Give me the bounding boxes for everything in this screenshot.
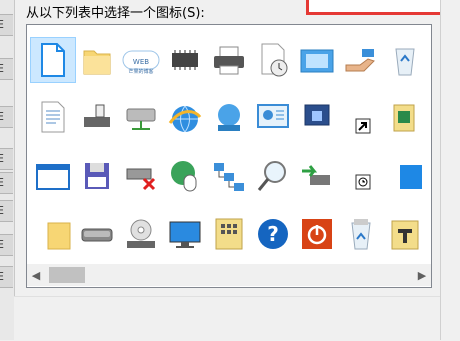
window-icon[interactable]: [294, 37, 340, 83]
computer-monitor-icon[interactable]: [162, 211, 208, 257]
web-logo-icon[interactable]: WEB 芒果的博客: [118, 37, 164, 83]
svg-text:芒果的博客: 芒果的博客: [128, 68, 153, 75]
chip-icon[interactable]: [162, 37, 208, 83]
mouse-globe-icon[interactable]: [162, 153, 208, 199]
blank-document-icon[interactable]: [30, 37, 76, 83]
background-label: E: [0, 172, 13, 194]
highlight-box: [306, 0, 446, 15]
application-window-icon[interactable]: [30, 153, 76, 199]
internet-globe-icon[interactable]: [162, 95, 208, 141]
folder-partial-icon[interactable]: [30, 211, 76, 257]
keypad-folder-icon[interactable]: [206, 211, 252, 257]
network-drive-icon[interactable]: [118, 95, 164, 141]
scroll-thumb[interactable]: [49, 267, 85, 283]
background-label: E: [0, 58, 13, 80]
power-shutdown-icon[interactable]: [294, 211, 340, 257]
printer-icon[interactable]: [206, 37, 252, 83]
recycle-bin-icon[interactable]: [382, 37, 428, 83]
floppy-drive-icon[interactable]: [74, 153, 120, 199]
background-window-edge: E 伏 E E 原 E E E 改 E E: [0, 0, 15, 340]
dialog-right-edge: [440, 0, 460, 340]
shortcut-arrow-icon[interactable]: [338, 95, 384, 141]
text-document-icon[interactable]: [30, 95, 76, 141]
svg-text:?: ?: [267, 222, 279, 246]
background-label: E 伏: [0, 14, 13, 36]
help-question-icon[interactable]: ?: [250, 211, 296, 257]
network-computers-icon[interactable]: [206, 153, 252, 199]
blue-square-icon[interactable]: [382, 153, 428, 199]
scroll-right-button[interactable]: ▶: [413, 264, 431, 286]
drive-remove-icon[interactable]: [118, 153, 164, 199]
search-magnifier-icon[interactable]: [250, 153, 296, 199]
network-globe-icon[interactable]: [206, 95, 252, 141]
document-clock-icon[interactable]: [250, 37, 296, 83]
background-label: E: [0, 234, 13, 256]
background-label: E 改: [0, 200, 13, 222]
usb-connect-icon[interactable]: [294, 153, 340, 199]
svg-text:WEB: WEB: [133, 58, 149, 66]
full-recycle-bin-icon[interactable]: [338, 211, 384, 257]
background-label: E: [0, 148, 13, 170]
drive-connect-icon[interactable]: [74, 95, 120, 141]
screen-saver-icon[interactable]: [294, 95, 340, 141]
background-label: E 原: [0, 106, 13, 128]
folder-icon[interactable]: [74, 37, 120, 83]
horizontal-scrollbar[interactable]: ◀ ▶: [27, 264, 431, 286]
clock-badge-icon[interactable]: [338, 153, 384, 199]
hand-share-icon[interactable]: [338, 37, 384, 83]
tool-folder-icon[interactable]: [382, 211, 428, 257]
background-label: E: [0, 266, 13, 288]
hard-drive-icon[interactable]: [74, 211, 120, 257]
cd-drive-icon[interactable]: [118, 211, 164, 257]
icon-list-caption: 从以下列表中选择一个图标(S):: [26, 6, 205, 21]
icon-list[interactable]: WEB 芒果的博客?: [26, 24, 432, 288]
slideshow-icon[interactable]: [250, 95, 296, 141]
scroll-left-button[interactable]: ◀: [27, 264, 45, 286]
network-folder-icon[interactable]: [382, 95, 428, 141]
dialog-bottom-area: [14, 296, 440, 341]
